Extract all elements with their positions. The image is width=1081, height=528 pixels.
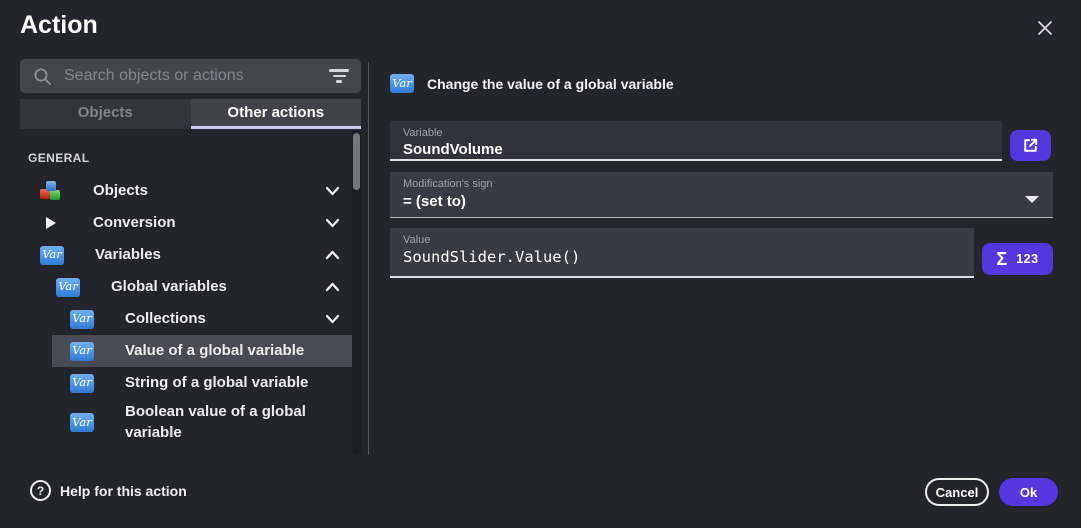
tab-objects[interactable]: Objects: [20, 99, 191, 129]
tree-item-value-of-global-variable[interactable]: Var Value of a global variable: [20, 335, 352, 367]
chevron-down-icon[interactable]: [325, 314, 340, 324]
tree-item-label: Collections: [125, 309, 206, 329]
var-icon: Var: [56, 278, 80, 297]
dialog-title: Action: [20, 11, 98, 40]
tree-item-boolean-of-global-variable[interactable]: Var Boolean value of a global variable: [20, 399, 352, 446]
modification-sign-value: = (set to): [403, 193, 1053, 210]
help-link[interactable]: ? Help for this action: [30, 480, 187, 501]
objects-cubes-icon: [40, 181, 62, 201]
var-icon: Var: [70, 413, 94, 432]
cancel-button[interactable]: Cancel: [925, 478, 989, 506]
close-icon[interactable]: [1033, 16, 1057, 40]
tree-item-global-variables[interactable]: Var Global variables: [20, 271, 352, 303]
search-input[interactable]: [62, 66, 329, 86]
value-field: Value: [390, 228, 974, 278]
action-dialog: Action Objects Other actions GENERAL Obj…: [0, 0, 1081, 528]
var-icon: Var: [70, 342, 94, 361]
sigma-icon: Σ: [996, 250, 1007, 268]
help-label: Help for this action: [60, 483, 187, 499]
value-field-label: Value: [403, 234, 974, 246]
tree-item-label: Global variables: [111, 277, 227, 297]
var-icon: Var: [40, 246, 64, 265]
tab-bar: Objects Other actions: [20, 99, 361, 129]
chevron-up-icon[interactable]: [325, 250, 340, 260]
dropdown-caret-icon: [1025, 196, 1039, 203]
var-icon: Var: [70, 310, 94, 329]
tree-item-objects[interactable]: Objects: [20, 175, 352, 207]
chevron-up-icon[interactable]: [325, 282, 340, 292]
actions-tree: Objects Conversion Var Variables Var Glo…: [20, 175, 352, 446]
ok-button[interactable]: Ok: [999, 478, 1058, 506]
variable-field: Variable: [390, 121, 1002, 161]
open-variable-editor-button[interactable]: [1010, 130, 1051, 161]
tree-item-label: Boolean value of a global variable: [125, 402, 330, 443]
value-expression-input[interactable]: [403, 248, 945, 266]
panel-divider: [368, 62, 369, 455]
tree-item-conversion[interactable]: Conversion: [20, 207, 352, 239]
filter-icon[interactable]: [329, 69, 349, 83]
expression-builder-button[interactable]: Σ 123: [982, 243, 1053, 275]
tree-item-variables[interactable]: Var Variables: [20, 239, 352, 271]
open-in-new-icon: [1021, 136, 1040, 155]
section-header-general: GENERAL: [28, 151, 89, 165]
chevron-down-icon[interactable]: [325, 218, 340, 228]
tree-item-label: Value of a global variable: [125, 341, 304, 361]
tree-item-label: Conversion: [93, 213, 176, 233]
tree-item-label: String of a global variable: [125, 373, 308, 393]
var-icon: Var: [70, 374, 94, 393]
var-icon: Var: [390, 74, 414, 93]
tree-item-collections[interactable]: Var Collections: [20, 303, 352, 335]
search-box: [20, 59, 361, 93]
tab-other-actions[interactable]: Other actions: [191, 99, 362, 129]
search-icon: [33, 67, 52, 86]
modification-sign-select[interactable]: Modification's sign = (set to): [390, 172, 1053, 218]
variable-field-label: Variable: [403, 127, 1002, 139]
tree-item-label: Variables: [95, 245, 161, 265]
action-header: Var Change the value of a global variabl…: [390, 74, 674, 93]
tree-item-label: Objects: [93, 181, 148, 201]
chevron-down-icon[interactable]: [325, 186, 340, 196]
help-icon: ?: [30, 480, 51, 501]
conversion-triangle-icon: [40, 213, 62, 233]
modification-sign-label: Modification's sign: [403, 178, 1053, 190]
tree-scrollbar-thumb[interactable]: [353, 133, 360, 190]
action-title: Change the value of a global variable: [427, 76, 674, 92]
variable-input[interactable]: [403, 141, 972, 158]
expression-123-label: 123: [1016, 252, 1038, 266]
tree-item-string-of-global-variable[interactable]: Var String of a global variable: [20, 367, 352, 399]
